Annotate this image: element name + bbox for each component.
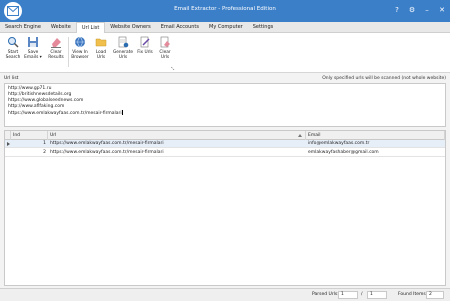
status-bar: Parsed Urls: 1 / 1 Found Items: 2 — [0, 288, 450, 301]
column-header-email[interactable]: Email — [306, 131, 445, 140]
folder-icon — [95, 38, 107, 47]
fix-urls-button[interactable]: Fix Urls — [134, 36, 156, 55]
cell-url: https://www.emlakwayfaas.com.tr/mesair-f… — [50, 141, 164, 146]
tab-website-owners[interactable]: Website Owners — [105, 22, 155, 33]
window-title: Email Extractor - Professional Edition — [174, 6, 276, 12]
tab-search-engine[interactable]: Search Engine — [0, 22, 46, 33]
minimize-button[interactable]: – — [423, 6, 431, 14]
title-bar: Email Extractor - Professional Edition ?… — [0, 0, 450, 22]
parsed-urls-label: Parsed Urls: — [312, 292, 339, 297]
current-row-indicator-icon — [7, 142, 10, 146]
clear-urls-button[interactable]: Clear Urls — [154, 36, 176, 60]
tab-my-computer[interactable]: My Computer — [204, 22, 248, 33]
table-row[interactable]: 2 https://www.emlakwayfaas.com.tr/mesair… — [5, 149, 445, 157]
ribbon-toolbar: Start Search Save Emails ▾ Clear Results… — [0, 33, 450, 73]
total-urls-value: 1 — [367, 291, 387, 299]
eraser-icon — [51, 38, 61, 48]
url-list-textarea[interactable]: http://www.gp71.ru http://britishnewsdet… — [4, 83, 446, 127]
found-items-value: 2 — [426, 291, 444, 299]
view-in-browser-button[interactable]: View In Browser — [69, 36, 91, 60]
cell-email: info@emlakwayfaas.com.tr — [308, 141, 370, 146]
text-caret — [121, 110, 123, 115]
help-icon[interactable]: ? — [393, 6, 401, 14]
gear-icon[interactable]: ⚙ — [408, 6, 416, 14]
url-list-label: Url list — [4, 76, 19, 81]
tab-website[interactable]: Website — [46, 22, 76, 33]
column-header-url[interactable]: Url — [48, 131, 306, 140]
document-gear-icon — [118, 36, 129, 48]
url-line-active: https://www.emlakwayfaas.com.tr/mesair-f… — [8, 110, 123, 116]
tab-email-accounts[interactable]: Email Accounts — [156, 22, 204, 33]
start-search-button[interactable]: Start Search — [2, 36, 24, 60]
sort-ascending-icon — [298, 134, 302, 137]
save-icon — [28, 37, 38, 47]
search-icon — [8, 37, 19, 48]
globe-icon — [75, 36, 85, 48]
generate-urls-button[interactable]: Generate Urls — [112, 36, 134, 60]
results-grid[interactable]: Ind Url Email 1 https://www.emlakwayfaas… — [4, 130, 446, 286]
found-items-label: Found Items: — [398, 292, 428, 297]
clear-results-button[interactable]: Clear Results — [45, 36, 67, 60]
ribbon-launcher-icon[interactable]: ⤡ — [171, 66, 174, 71]
cell-url: https://www.emlakwayfaas.com.tr/mesair-f… — [50, 150, 164, 155]
cell-email: emlakwayfashaber@gmail.com — [308, 150, 379, 155]
of-separator: / — [361, 292, 363, 297]
url-list-header: Url list Only specified urls will be sca… — [0, 73, 450, 83]
ribbon-tabs: Search Engine Website Url List Website O… — [0, 22, 450, 34]
close-button[interactable]: ✕ — [438, 6, 446, 14]
tab-settings[interactable]: Settings — [248, 22, 279, 33]
grid-header: Ind Url Email — [5, 131, 445, 140]
cell-index: 2 — [43, 150, 46, 155]
load-urls-button[interactable]: Load Urls — [90, 36, 112, 60]
clear-document-icon — [160, 36, 170, 48]
cell-index: 1 — [43, 141, 46, 146]
save-emails-button[interactable]: Save Emails ▾ — [22, 36, 44, 60]
wrench-icon — [140, 36, 150, 48]
table-row[interactable]: 1 https://www.emlakwayfaas.com.tr/mesair… — [5, 140, 445, 148]
url-list-note: Only specified urls will be scanned (not… — [322, 76, 446, 81]
parsed-urls-value: 1 — [338, 291, 358, 299]
column-header-index[interactable]: Ind — [11, 131, 48, 140]
